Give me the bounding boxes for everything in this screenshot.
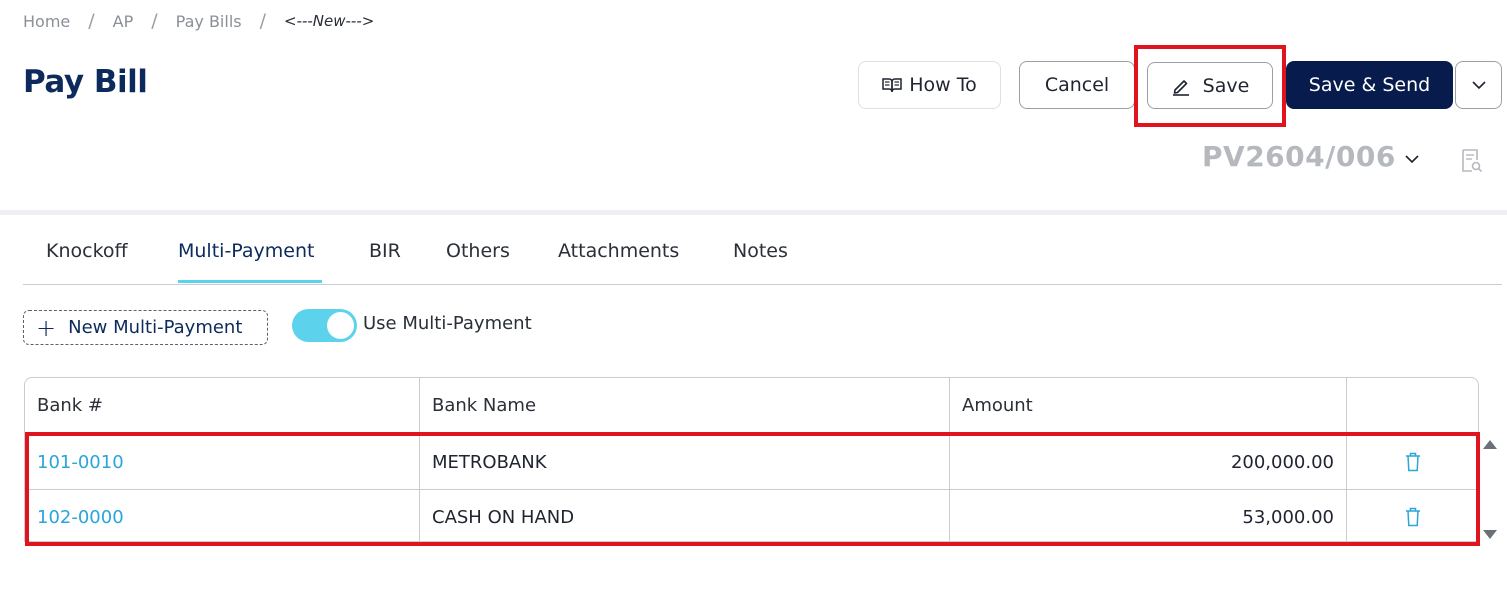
tab-multi-payment[interactable]: Multi-Payment [178,240,314,262]
chevron-down-icon[interactable] [1404,153,1420,165]
use-multi-payment-label: Use Multi-Payment [363,313,532,334]
tab-notes[interactable]: Notes [733,240,788,262]
breadcrumb-home[interactable]: Home [23,12,70,31]
page-title: Pay Bill [23,64,148,100]
tab-others[interactable]: Others [446,240,510,262]
toggle-knob [327,312,354,339]
tab-bir[interactable]: BIR [369,240,401,262]
column-header-bank-no: Bank # [25,378,420,433]
new-multi-payment-button[interactable]: + New Multi-Payment [23,310,268,345]
new-multi-payment-label: New Multi-Payment [68,317,243,338]
chevron-down-icon [1471,81,1486,90]
breadcrumb-current: <---New---> [284,12,375,30]
breadcrumb-separator: / [259,10,266,32]
breadcrumb-separator: / [151,10,158,32]
save-highlight-box [1134,45,1286,127]
save-and-send-label: Save & Send [1308,74,1431,96]
table-header-row: Bank # Bank Name Amount [25,378,1478,433]
cancel-label: Cancel [1044,74,1110,96]
section-divider [0,210,1507,215]
tab-attachments[interactable]: Attachments [558,240,679,262]
cancel-button[interactable]: Cancel [1019,61,1135,109]
more-actions-button[interactable] [1455,61,1502,109]
breadcrumb-ap[interactable]: AP [113,12,134,31]
how-to-button[interactable]: How To [858,61,1001,109]
tab-bar: Knockoff Multi-Payment BIR Others Attach… [23,232,1502,285]
column-header-actions [1347,378,1478,433]
plus-icon: + [36,313,57,342]
book-icon [882,78,902,93]
column-header-amount: Amount [950,378,1347,433]
save-and-send-button[interactable]: Save & Send [1286,61,1453,109]
scroll-down-arrow-icon[interactable] [1483,530,1497,539]
use-multi-payment-toggle[interactable] [292,309,357,342]
column-header-bank-name: Bank Name [420,378,950,433]
scroll-up-arrow-icon[interactable] [1483,440,1497,449]
breadcrumb: Home / AP / Pay Bills / <---New---> [23,10,374,32]
breadcrumb-pay-bills[interactable]: Pay Bills [176,12,242,31]
rows-highlight-box [25,432,1480,546]
breadcrumb-separator: / [88,10,95,32]
tab-knockoff[interactable]: Knockoff [46,240,128,262]
document-search-icon[interactable] [1461,148,1483,174]
how-to-label: How To [909,74,977,96]
active-tab-indicator [178,280,322,283]
document-number: PV2604/006 [1202,140,1396,173]
